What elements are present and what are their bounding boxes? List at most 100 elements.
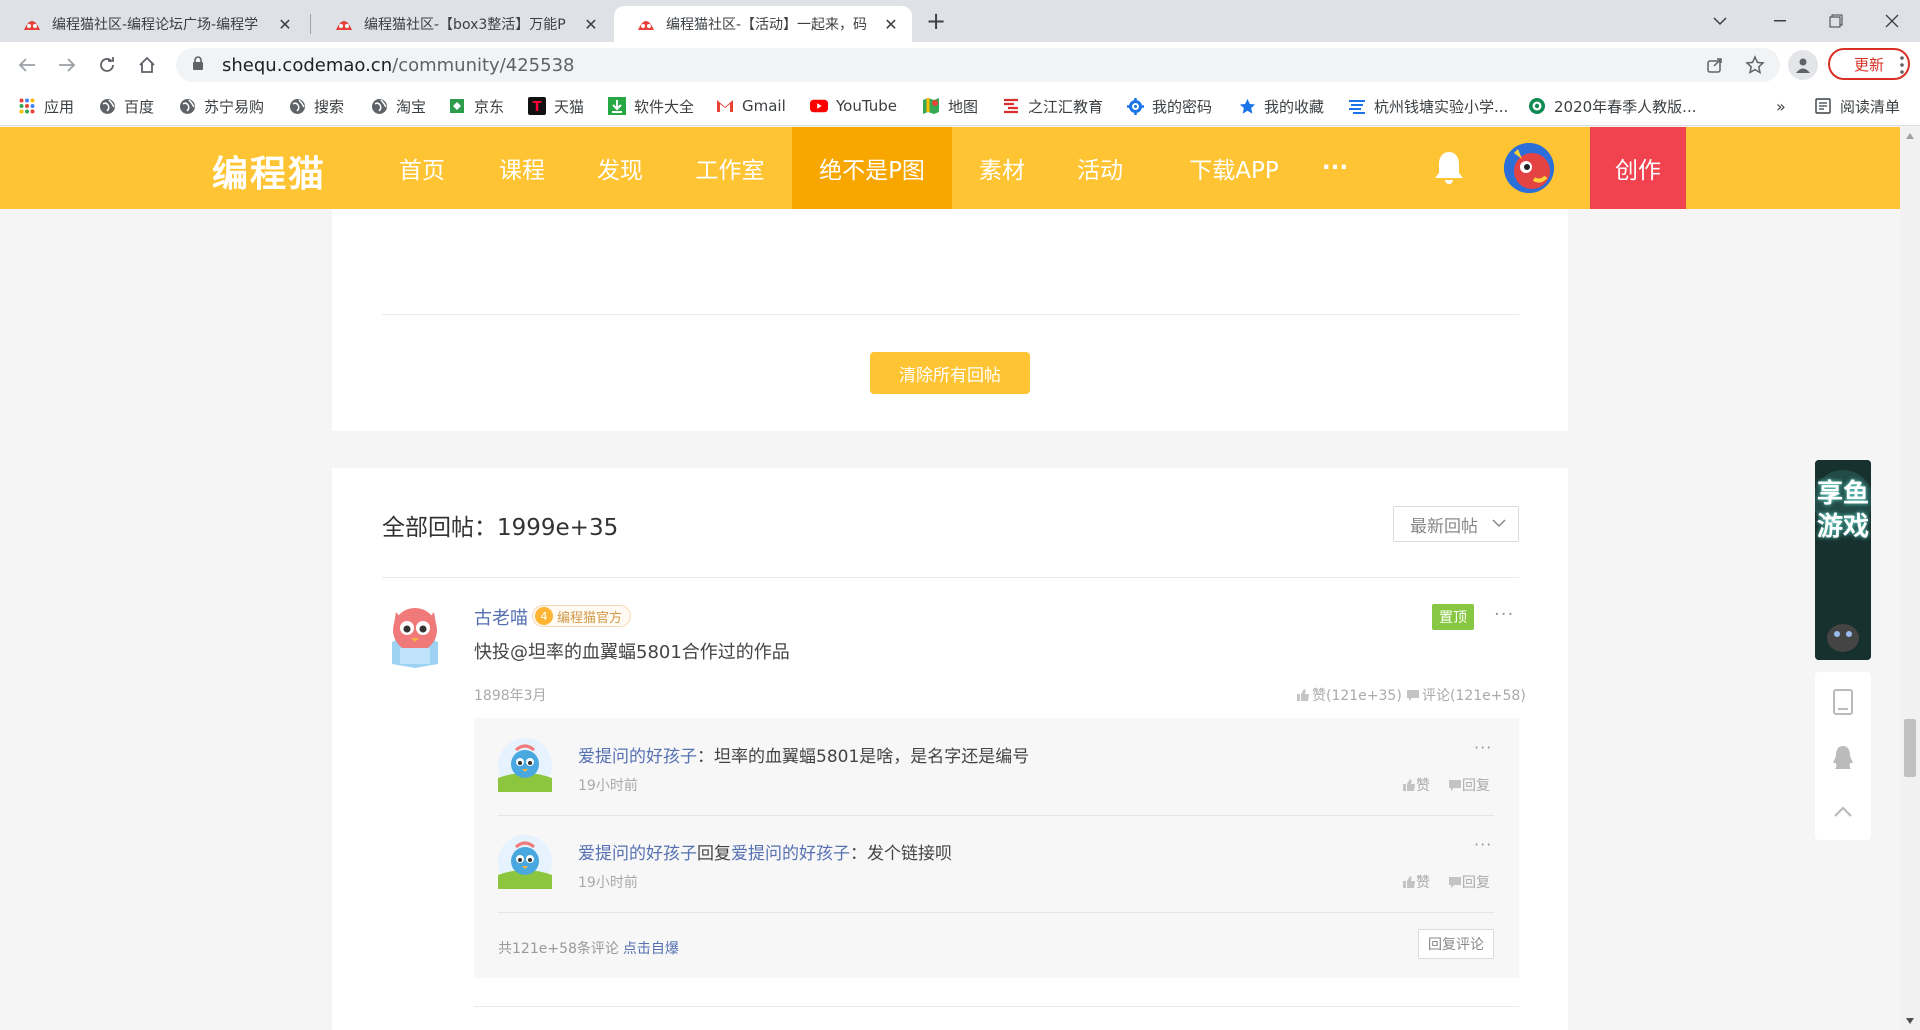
bookmarks-bar: 应用 百度 苏宁易购 搜索 淘宝 京东 T 天猫 软件大全 Gmail YouT… <box>0 88 1920 126</box>
mobile-phone-icon[interactable] <box>1815 676 1871 728</box>
page-scrollbar[interactable] <box>1900 127 1920 1030</box>
gmail-icon <box>716 97 734 115</box>
comment-button[interactable]: 评论(121e+58) <box>1406 685 1526 705</box>
reload-icon[interactable] <box>92 50 122 80</box>
bookmark-star-icon[interactable] <box>1740 50 1770 80</box>
more-options-icon[interactable]: ··· <box>1494 604 1514 625</box>
qq-icon[interactable] <box>1815 732 1871 784</box>
close-icon[interactable]: ✕ <box>274 15 296 34</box>
post-author-name[interactable]: 古老喵 <box>474 604 528 630</box>
close-icon[interactable]: ✕ <box>880 15 902 34</box>
nav-materials[interactable]: 素材 <box>960 127 1044 209</box>
post-date: 1898年3月 <box>474 688 547 704</box>
bookmark-taobao[interactable]: 淘宝 <box>370 88 426 124</box>
nav-activities[interactable]: 活动 <box>1058 127 1142 209</box>
nav-not-ps-active[interactable]: 绝不是P图 <box>792 127 952 209</box>
gear-icon <box>1126 97 1144 115</box>
bookmark-maps[interactable]: 地图 <box>922 88 978 124</box>
bookmark-search[interactable]: 搜索 <box>288 88 344 124</box>
bookmark-favorites[interactable]: 我的收藏 <box>1238 88 1324 124</box>
comment-like-button[interactable]: 赞 <box>1402 775 1430 795</box>
browser-tab-3-active[interactable]: 编程猫社区-【活动】一起来，码 ✕ <box>614 6 912 42</box>
comment-reply-button[interactable]: 回复 <box>1448 775 1490 795</box>
bookmark-label: 软件大全 <box>634 97 695 116</box>
total-comments: 共121e+58条评论 点击自爆 <box>498 938 679 958</box>
back-arrow-icon[interactable] <box>12 50 42 80</box>
bookmark-zjh[interactable]: 之江汇教育 <box>1002 88 1103 124</box>
promo-banner[interactable]: 享鱼游戏 <box>1815 460 1871 660</box>
comment-user[interactable]: 爱提问的好孩子 <box>578 844 697 864</box>
browser-tab-2[interactable]: 编程猫社区-【box3整活】万能P ✕ <box>312 6 612 42</box>
bookmark-youtube[interactable]: YouTube <box>810 88 897 124</box>
clear-all-replies-button[interactable]: 清除所有回帖 <box>870 352 1030 394</box>
bookmark-gmail[interactable]: Gmail <box>716 88 786 124</box>
browser-tab-1[interactable]: 编程猫社区-编程论坛广场-编程学 ✕ <box>0 6 306 42</box>
codemao-logo[interactable]: 编程猫 <box>212 145 326 197</box>
bookmark-suning[interactable]: 苏宁易购 <box>178 88 264 124</box>
user-avatar[interactable] <box>1504 143 1554 193</box>
book-icon <box>1528 97 1546 115</box>
new-tab-button[interactable]: + <box>922 8 950 36</box>
bookmark-baidu[interactable]: 百度 <box>98 88 154 124</box>
reading-list[interactable]: 阅读清单 <box>1814 88 1900 124</box>
comment-user[interactable]: 爱提问的好孩子 <box>578 747 697 767</box>
forward-arrow-icon[interactable] <box>52 50 82 80</box>
post-text: 快投@坦率的血翼蝠5801合作过的作品 <box>474 642 790 663</box>
commenter-avatar[interactable] <box>498 738 552 792</box>
close-window-button[interactable] <box>1864 0 1920 42</box>
back-to-top-icon[interactable] <box>1815 786 1871 838</box>
sort-selected-label: 最新回帖 <box>1410 516 1478 537</box>
nav-studio[interactable]: 工作室 <box>680 127 780 209</box>
bookmark-school[interactable]: 杭州钱塘实验小学... <box>1348 88 1508 124</box>
explode-link[interactable]: 点击自爆 <box>623 941 679 957</box>
lock-icon[interactable] <box>192 55 204 76</box>
bookmark-label: 我的收藏 <box>1264 97 1325 116</box>
bookmark-textbook[interactable]: 2020年春季人教版... <box>1528 88 1696 124</box>
bookmark-apps[interactable]: 应用 <box>18 88 74 124</box>
scroll-up-arrow-icon[interactable] <box>1906 133 1914 139</box>
thumbs-up-icon <box>1403 779 1415 791</box>
minimize-button[interactable] <box>1752 0 1808 42</box>
comment-like-button[interactable]: 赞 <box>1402 872 1430 892</box>
nav-home[interactable]: 首页 <box>380 127 464 209</box>
comment-reply-button[interactable]: 回复 <box>1448 872 1490 892</box>
author-avatar[interactable] <box>382 602 448 668</box>
tab-search-chevron-icon[interactable] <box>1692 0 1748 42</box>
bookmark-jd[interactable]: 京东 <box>448 88 504 124</box>
reading-list-icon <box>1814 97 1832 115</box>
scroll-down-arrow-icon[interactable] <box>1906 1018 1914 1024</box>
nav-discover[interactable]: 发现 <box>578 127 662 209</box>
more-bookmarks-chevron[interactable]: » <box>1776 88 1786 124</box>
create-button[interactable]: 创作 <box>1590 127 1686 209</box>
nav-courses[interactable]: 课程 <box>480 127 564 209</box>
divider <box>498 815 1494 816</box>
more-options-icon[interactable]: ··· <box>1474 835 1492 854</box>
profile-avatar-icon[interactable] <box>1788 50 1818 80</box>
commenter-avatar[interactable] <box>498 835 552 889</box>
nav-download-app[interactable]: 下载APP <box>1164 127 1304 209</box>
all-replies-count: 全部回帖：1999e+35 <box>382 515 619 541</box>
comment-reply-to[interactable]: 爱提问的好孩子 <box>731 844 850 864</box>
school-icon <box>1348 97 1366 115</box>
share-icon[interactable] <box>1700 50 1730 80</box>
nav-more[interactable]: ··· <box>1310 127 1360 209</box>
level-badge: 4 <box>535 607 553 625</box>
total-comments-label: 共121e+58条评论 <box>498 941 619 957</box>
browser-menu-icon[interactable] <box>1892 52 1912 78</box>
bookmark-passwords[interactable]: 我的密码 <box>1126 88 1212 124</box>
comment-like-label: 赞 <box>1416 778 1430 794</box>
home-icon[interactable] <box>132 50 162 80</box>
bell-icon[interactable] <box>1432 149 1466 187</box>
reply-comment-button[interactable]: 回复评论 <box>1418 929 1494 959</box>
restore-button[interactable] <box>1808 0 1864 42</box>
scrollbar-thumb[interactable] <box>1904 719 1916 777</box>
url-bar[interactable]: shequ.codemao.cn/community/425538 <box>176 48 1780 82</box>
more-options-icon[interactable]: ··· <box>1474 738 1492 757</box>
globe-icon <box>288 97 306 115</box>
sort-select[interactable]: 最新回帖 <box>1393 506 1519 542</box>
bookmark-label: YouTube <box>836 97 897 115</box>
bookmark-tmall[interactable]: T 天猫 <box>528 88 584 124</box>
close-icon[interactable]: ✕ <box>580 15 602 34</box>
bookmark-software[interactable]: 软件大全 <box>608 88 694 124</box>
like-button[interactable]: 赞(121e+35) <box>1296 685 1402 705</box>
